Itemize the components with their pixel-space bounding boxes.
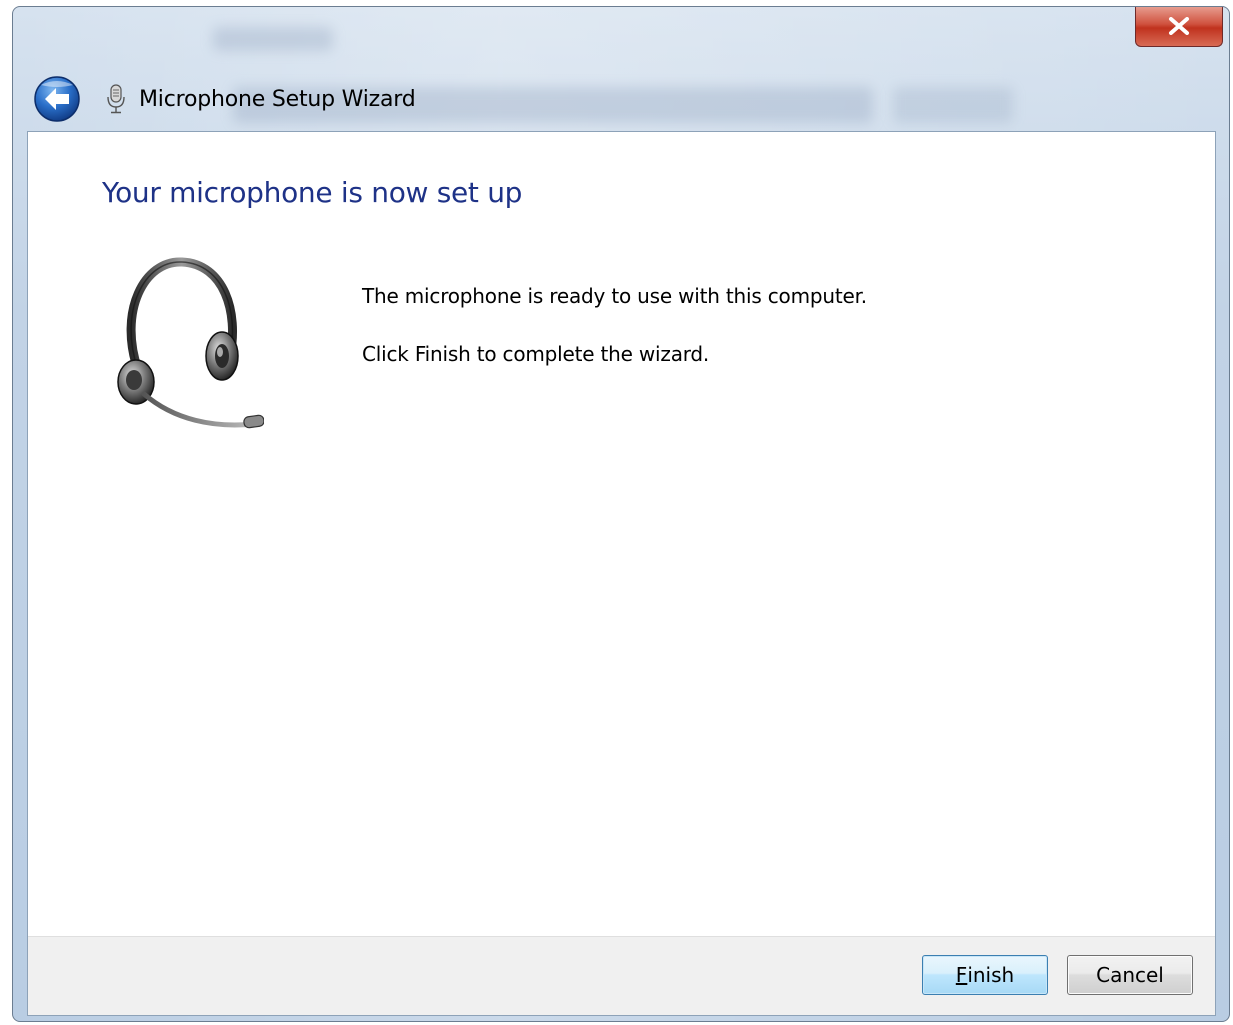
button-bar: Finish Cancel xyxy=(28,936,1215,1015)
status-message: The microphone is ready to use with this… xyxy=(362,284,867,308)
back-button[interactable] xyxy=(33,75,81,123)
instruction-message: Click Finish to complete the wizard. xyxy=(362,342,710,366)
cancel-button[interactable]: Cancel xyxy=(1067,955,1193,995)
headset-icon xyxy=(117,257,264,429)
close-button[interactable] xyxy=(1135,7,1223,47)
wizard-window: Microphone Setup Wizard Your microphone … xyxy=(12,6,1230,1022)
glass-background xyxy=(213,27,333,51)
glass-background xyxy=(893,87,1013,123)
finish-button[interactable]: Finish xyxy=(922,955,1048,995)
window-title: Microphone Setup Wizard xyxy=(139,86,416,112)
microphone-icon xyxy=(107,84,125,114)
wizard-content: Your microphone is now set up The microp… xyxy=(27,131,1216,1016)
title-bar: Microphone Setup Wizard xyxy=(105,77,416,121)
finish-label: inish xyxy=(967,963,1015,987)
finish-accesskey: F xyxy=(955,963,968,987)
back-arrow-icon xyxy=(34,76,80,122)
page-heading: Your microphone is now set up xyxy=(102,176,523,209)
close-icon xyxy=(1169,17,1189,35)
cancel-label: Cancel xyxy=(1096,963,1164,987)
